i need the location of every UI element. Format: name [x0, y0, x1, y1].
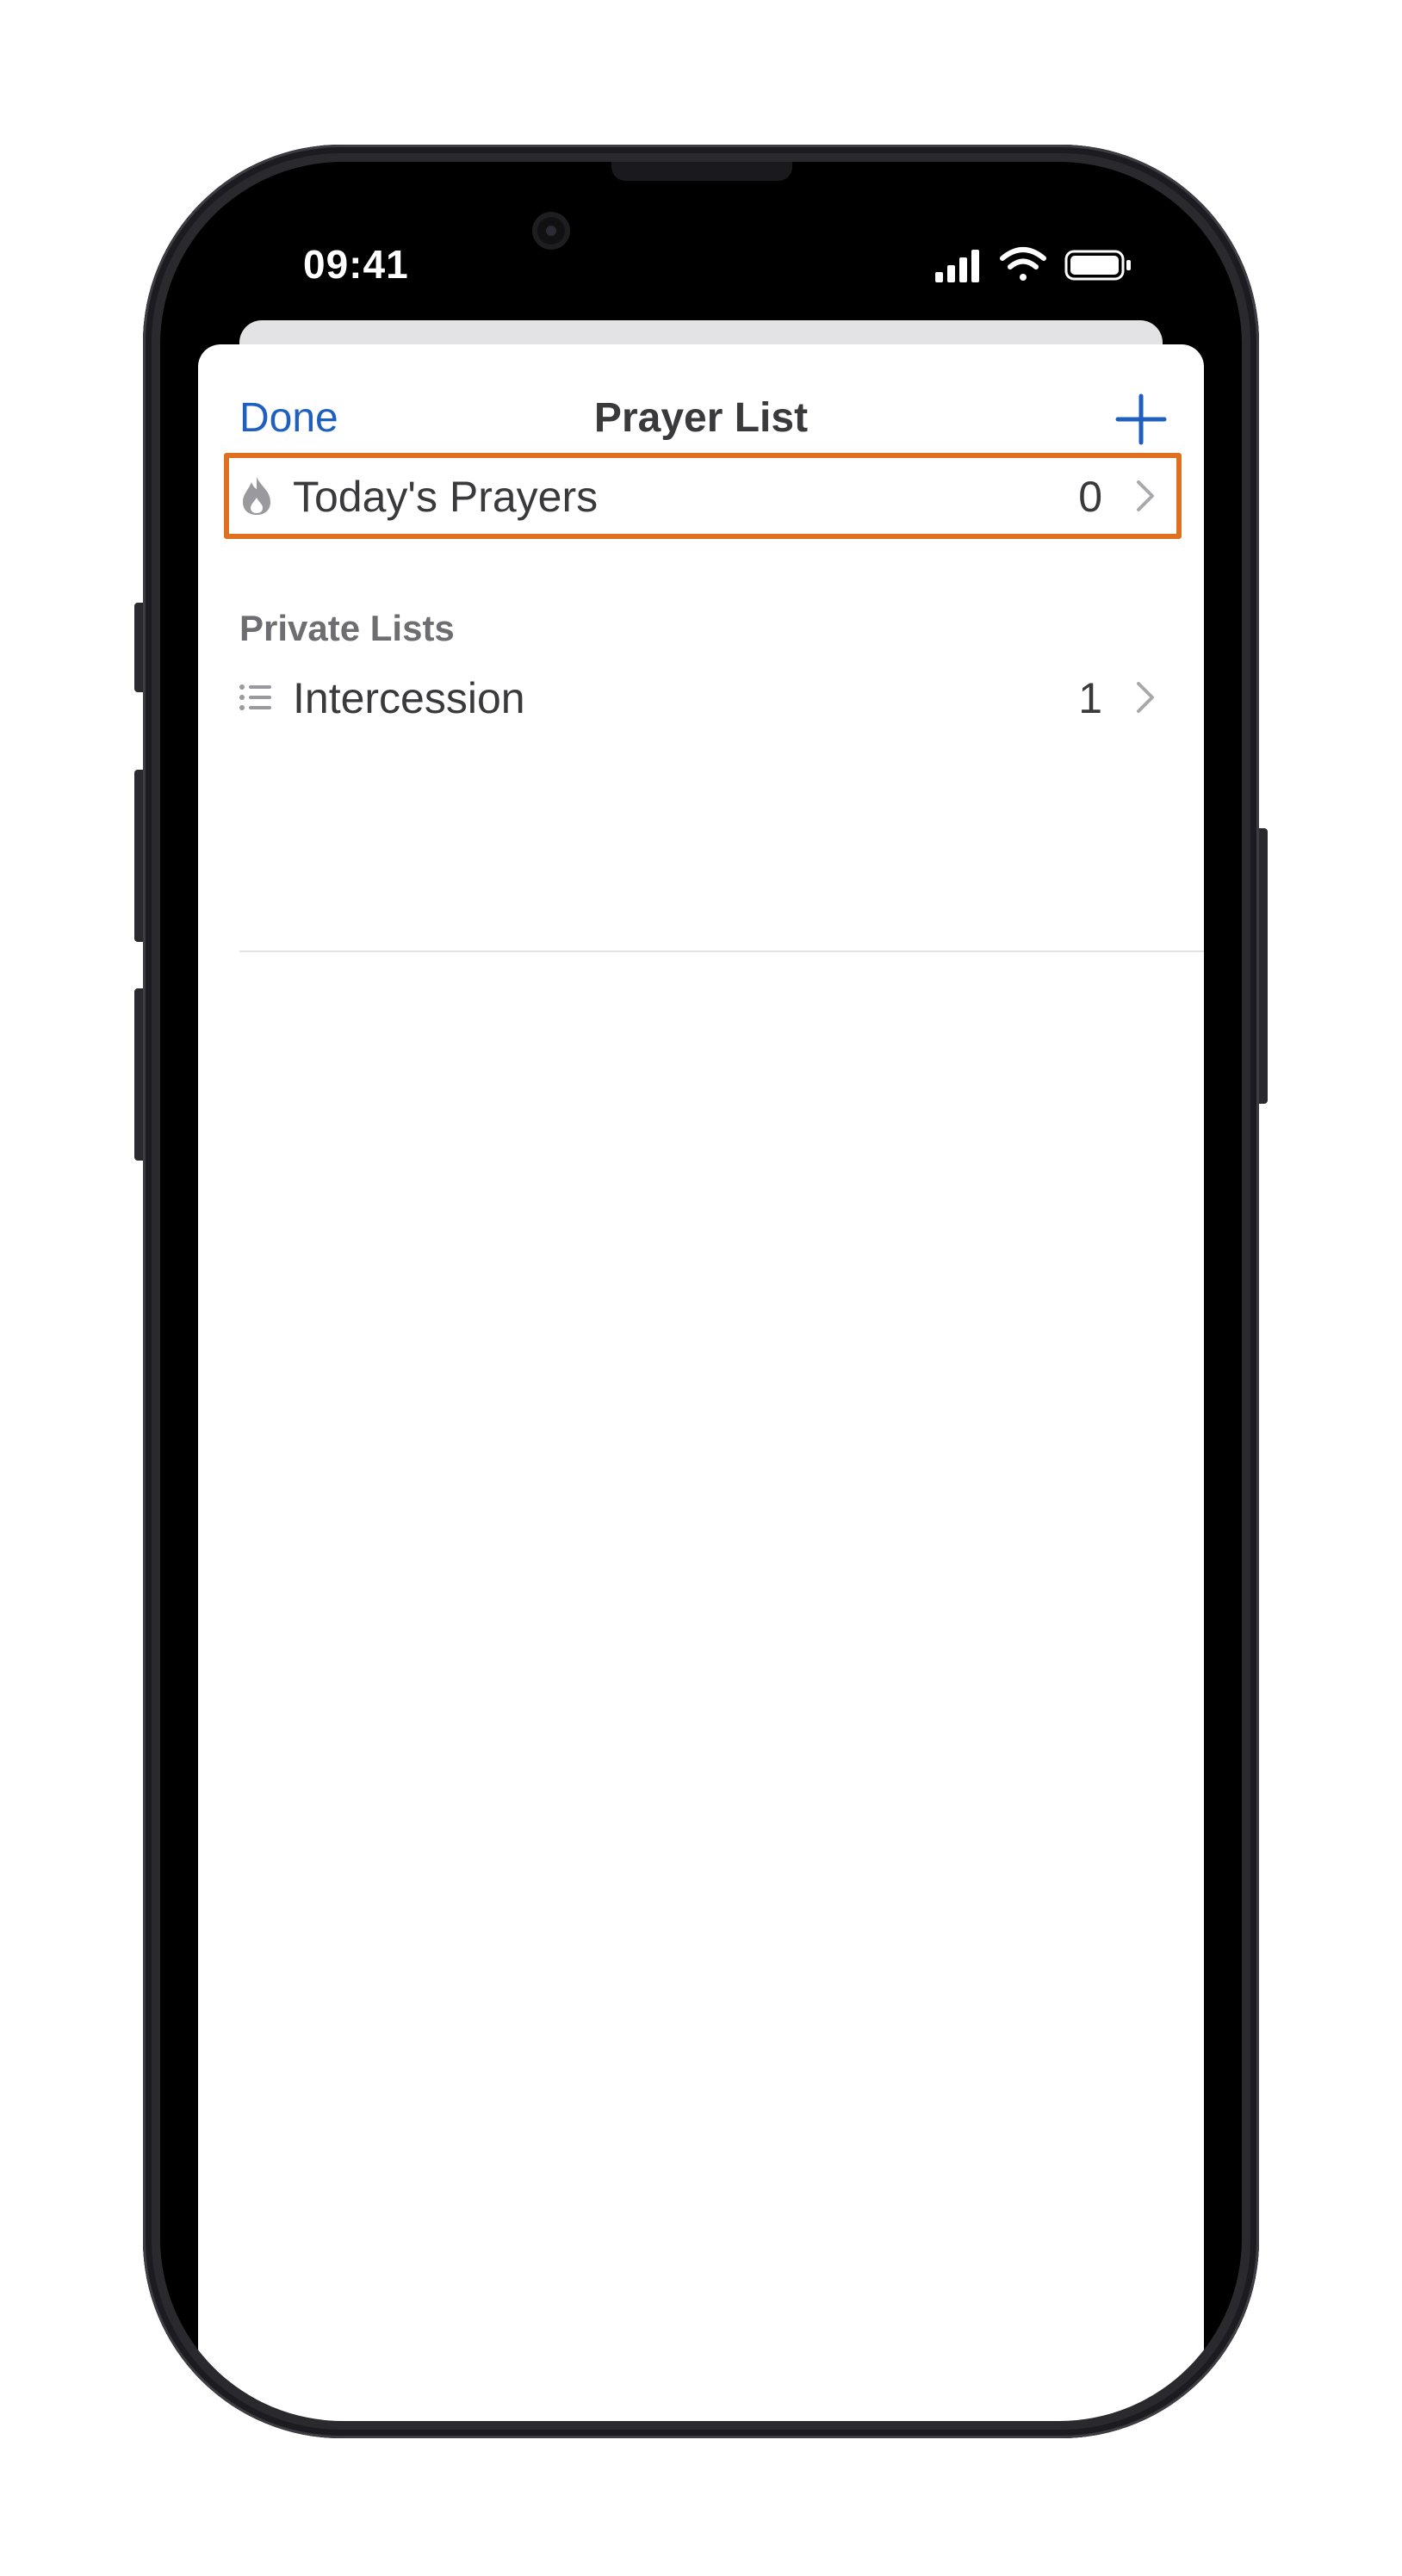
flame-icon [238, 475, 276, 517]
chevron-right-icon [1133, 678, 1157, 716]
list-divider [239, 951, 1204, 952]
battery-icon [1064, 250, 1131, 281]
screenshot-canvas: 09:41 Done Prayer List Today's Prayers 0… [0, 0, 1402, 2576]
status-icons [932, 246, 1138, 284]
wifi-icon [1000, 247, 1046, 281]
earpiece-speaker [611, 162, 792, 181]
list-item-count: 1 [1078, 674, 1102, 722]
front-camera [532, 212, 570, 250]
phone-screen: 09:41 Done Prayer List Today's Prayers 0… [160, 162, 1242, 2421]
page-title: Prayer List [593, 395, 809, 441]
plus-icon [1115, 393, 1167, 445]
list-icon [238, 677, 276, 718]
section-header-private-lists: Private Lists [239, 608, 455, 648]
status-time: 09:41 [303, 242, 409, 287]
add-button[interactable] [1111, 389, 1171, 449]
list-item-intercession[interactable]: Intercession 1 [198, 654, 1204, 740]
cellular-signal-icon [935, 250, 979, 282]
list-item-label: Intercession [293, 674, 525, 722]
list-item-todays-prayers[interactable]: Today's Prayers 0 [198, 453, 1204, 539]
list-item-label: Today's Prayers [293, 473, 599, 521]
chevron-right-icon [1133, 477, 1157, 515]
list-item-count: 0 [1078, 473, 1102, 521]
prayer-list-sheet: Done Prayer List Today's Prayers 0 Priva… [198, 344, 1204, 2421]
